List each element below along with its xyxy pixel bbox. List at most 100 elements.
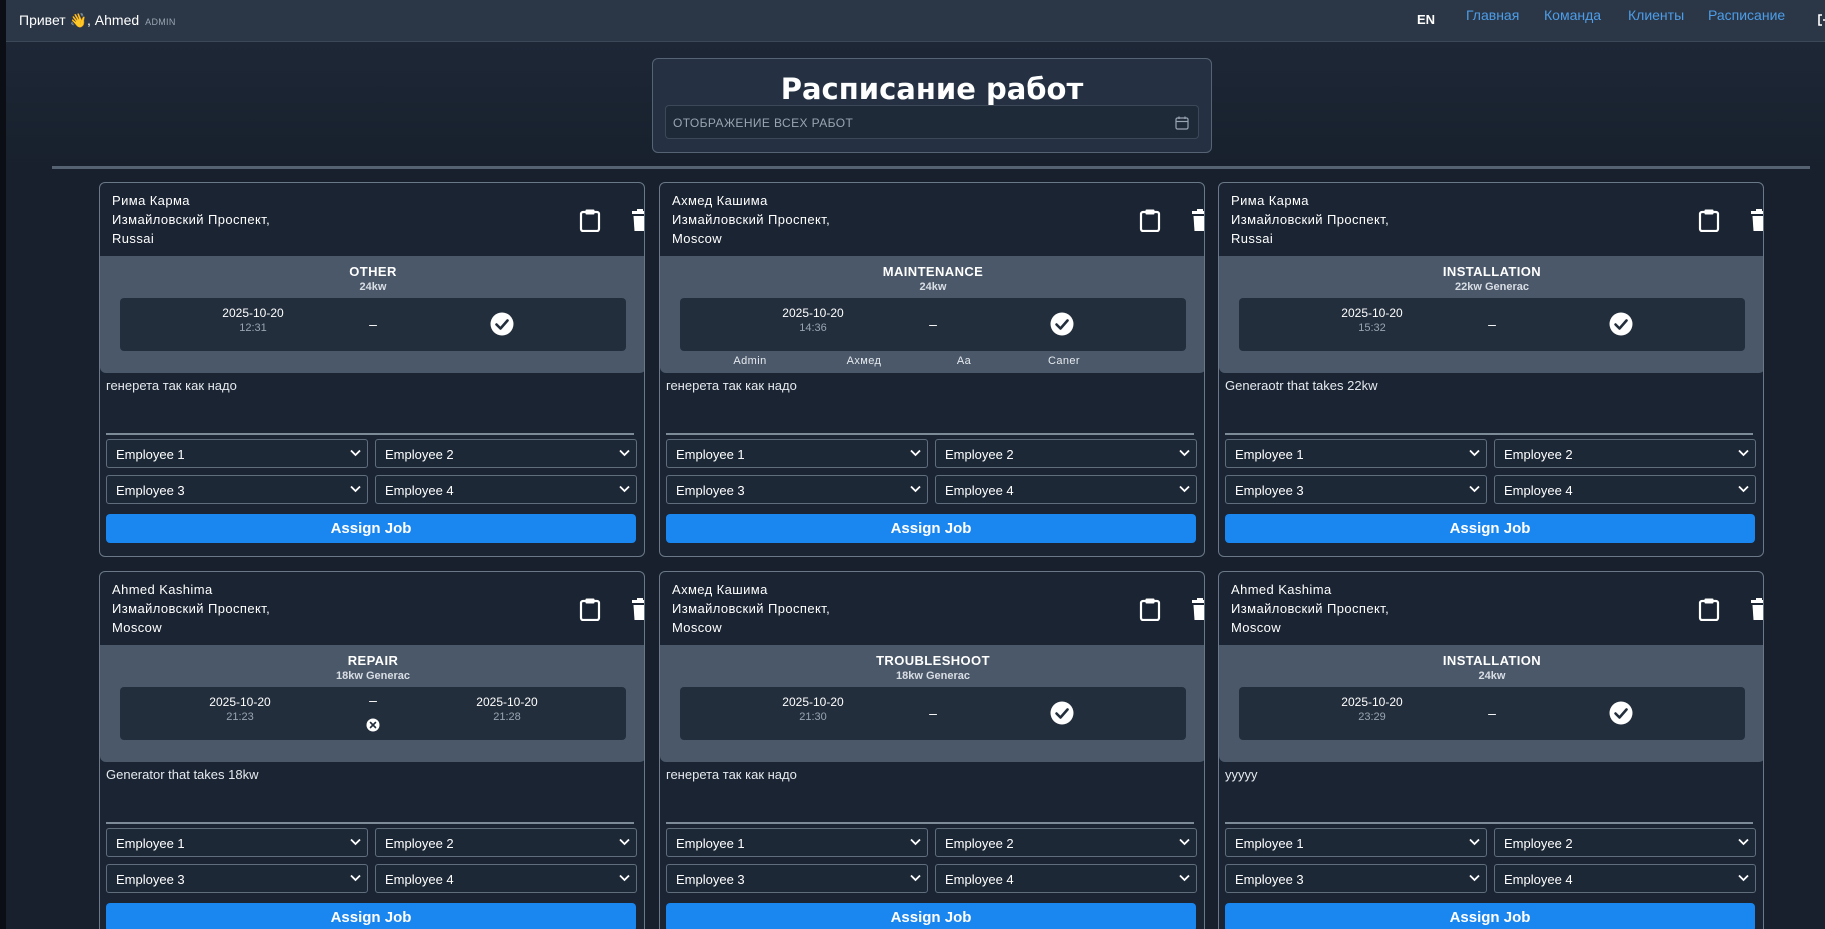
start-datetime: 2025-10-20 23:29 [1292, 687, 1452, 723]
employee-select-4-value: Employee 4 [945, 872, 1014, 887]
calendar-icon[interactable] [1175, 116, 1189, 130]
chevron-down-icon [1469, 449, 1480, 457]
trash-icon[interactable] [1748, 597, 1764, 621]
job-power: 18kw Generac [336, 670, 410, 682]
check-circle-icon [1609, 701, 1633, 725]
employee-select-3[interactable]: Employee 3 [1225, 475, 1487, 504]
job-power: 24kw [1478, 670, 1506, 682]
job-card: Ахмед Кашима Измайловский Проспект, Mosc… [659, 182, 1205, 557]
employee-select-3[interactable]: Employee 3 [1225, 864, 1487, 893]
clipboard-icon[interactable] [579, 597, 601, 621]
start-date: 2025-10-20 [782, 695, 844, 709]
client-name: Ahmed Kashima [112, 582, 213, 597]
employee-select-1[interactable]: Employee 1 [106, 439, 368, 468]
chevron-down-icon [1738, 449, 1749, 457]
chevron-down-icon [1469, 874, 1480, 882]
employee-select-4[interactable]: Employee 4 [935, 864, 1197, 893]
chevron-down-icon [910, 485, 921, 493]
clipboard-icon[interactable] [1139, 208, 1161, 232]
employee-select-1[interactable]: Employee 1 [106, 828, 368, 857]
employee-select-2[interactable]: Employee 2 [375, 439, 637, 468]
employee-select-2[interactable]: Employee 2 [1494, 828, 1756, 857]
job-power: 18kw Generac [896, 670, 970, 682]
trash-icon[interactable] [629, 597, 645, 621]
clipboard-icon[interactable] [579, 208, 601, 232]
assignee-list [660, 744, 1204, 758]
start-time: 23:29 [1358, 711, 1386, 723]
chevron-down-icon [910, 838, 921, 846]
employee-select-2[interactable]: Employee 2 [1494, 439, 1756, 468]
client-address-line2: Moscow [672, 620, 723, 635]
assign-job-button[interactable]: Assign Job [666, 903, 1196, 929]
employee-select-1[interactable]: Employee 1 [1225, 439, 1487, 468]
time-separator: – [369, 692, 377, 708]
employee-select-2[interactable]: Employee 2 [935, 828, 1197, 857]
trash-icon[interactable] [629, 208, 645, 232]
assign-job-button[interactable]: Assign Job [1225, 514, 1755, 543]
employee-select-4[interactable]: Employee 4 [1494, 864, 1756, 893]
assign-job-button[interactable]: Assign Job [666, 514, 1196, 543]
logout-icon[interactable] [1816, 12, 1825, 28]
client-name: Рима Карма [1231, 193, 1309, 208]
employee-select-3[interactable]: Employee 3 [106, 475, 368, 504]
employee-select-4-value: Employee 4 [945, 483, 1014, 498]
nav-team[interactable]: Команда [1544, 7, 1601, 23]
employee-select-1[interactable]: Employee 1 [666, 828, 928, 857]
employee-select-2-value: Employee 2 [1504, 836, 1573, 851]
time-range: 2025-10-20 14:36 – [680, 298, 1186, 351]
employee-select-2-value: Employee 2 [1504, 447, 1573, 462]
assign-job-button[interactable]: Assign Job [106, 514, 636, 543]
employee-select-3-value: Employee 3 [1235, 872, 1304, 887]
client-name: Ahmed Kashima [1231, 582, 1332, 597]
section-divider [52, 166, 1810, 169]
job-card: Рима Карма Измайловский Проспект, Russai… [99, 182, 645, 557]
employee-select-4[interactable]: Employee 4 [375, 864, 637, 893]
employee-select-4[interactable]: Employee 4 [935, 475, 1197, 504]
assignee-list [100, 355, 644, 369]
employee-select-3[interactable]: Employee 3 [106, 864, 368, 893]
clipboard-icon[interactable] [1698, 597, 1720, 621]
clipboard-icon[interactable] [1698, 208, 1720, 232]
chevron-down-icon [1179, 838, 1190, 846]
clipboard-icon[interactable] [1139, 597, 1161, 621]
client-name: Ахмед Кашима [672, 193, 768, 208]
employee-select-2-value: Employee 2 [945, 447, 1014, 462]
job-description: Generator that takes 18kw [106, 767, 259, 782]
assignee-name: Admin [733, 355, 767, 367]
trash-icon[interactable] [1189, 597, 1205, 621]
trash-icon[interactable] [1748, 208, 1764, 232]
nav-home[interactable]: Главная [1466, 7, 1519, 23]
employee-select-2[interactable]: Employee 2 [935, 439, 1197, 468]
date-filter-input[interactable]: ОТОБРАЖЕНИЕ ВСЕХ РАБОТ [665, 105, 1199, 139]
client-info: Ahmed Kashima Измайловский Проспект, Mos… [1231, 580, 1389, 637]
trash-icon[interactable] [1189, 208, 1205, 232]
employee-select-3-value: Employee 3 [1235, 483, 1304, 498]
client-info: Ахмед Кашима Измайловский Проспект, Mosc… [672, 191, 830, 248]
nav-clients[interactable]: Клиенты [1628, 7, 1684, 23]
start-date: 2025-10-20 [209, 695, 271, 709]
employee-select-4-value: Employee 4 [385, 872, 454, 887]
client-address-line1: Измайловский Проспект, [672, 601, 831, 616]
job-description: генерета так как надо [666, 767, 797, 782]
chevron-down-icon [619, 838, 630, 846]
job-type: INSTALLATION [1442, 653, 1542, 668]
language-switch[interactable]: EN [1417, 12, 1435, 27]
employee-select-2[interactable]: Employee 2 [375, 828, 637, 857]
employee-select-3[interactable]: Employee 3 [666, 864, 928, 893]
assign-job-button[interactable]: Assign Job [106, 903, 636, 929]
client-info: Рима Карма Измайловский Проспект, Russai [112, 191, 270, 248]
employee-select-4[interactable]: Employee 4 [1494, 475, 1756, 504]
job-details: INSTALLATION 22kw Generac 2025-10-20 15:… [1219, 256, 1763, 373]
description-underline [1225, 822, 1753, 824]
nav-schedule[interactable]: Расписание [1708, 7, 1785, 23]
employee-select-4[interactable]: Employee 4 [375, 475, 637, 504]
employee-select-1[interactable]: Employee 1 [1225, 828, 1487, 857]
employee-select-3[interactable]: Employee 3 [666, 475, 928, 504]
assignee-list: Admin Ахмед Aa Caner [660, 355, 1204, 369]
description-underline [666, 822, 1194, 824]
employee-select-1[interactable]: Employee 1 [666, 439, 928, 468]
chevron-down-icon [350, 874, 361, 882]
description-underline [106, 433, 634, 435]
job-type: OTHER [349, 264, 397, 279]
assign-job-button[interactable]: Assign Job [1225, 903, 1755, 929]
